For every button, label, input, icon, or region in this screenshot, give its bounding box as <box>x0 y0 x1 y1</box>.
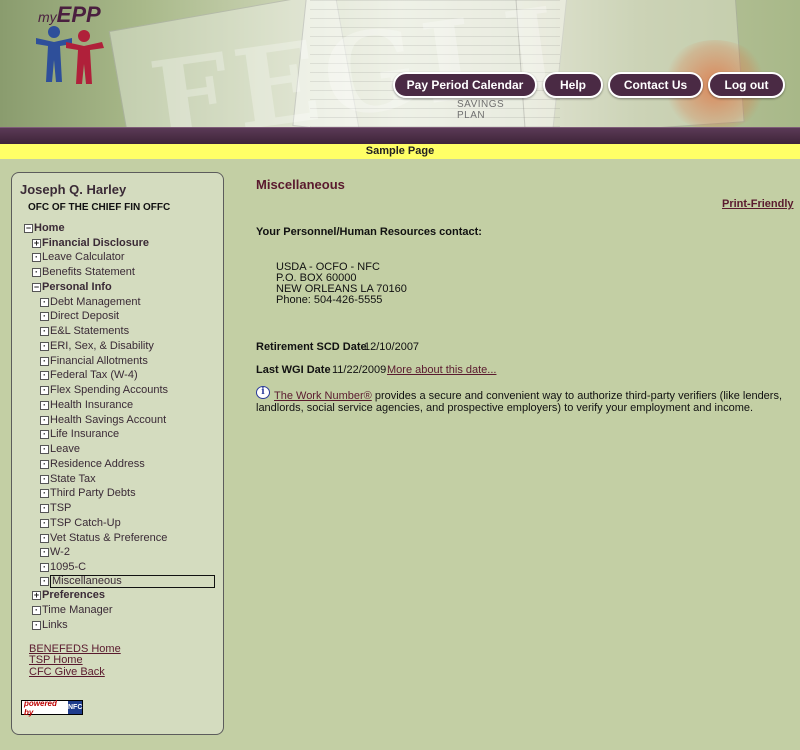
tree-item-personal-sub[interactable]: · Federal Tax (W-4) <box>40 368 138 382</box>
header-banner: FEGLI SAVINGS PLAN myEPP Pay Period Cale… <box>0 0 800 127</box>
leaf-icon: · <box>40 356 49 366</box>
tree-item-personal-sub[interactable]: · Financial Allotments <box>40 354 148 368</box>
header-divider-bar <box>0 127 800 144</box>
nfc-logo-icon: NFC <box>68 701 82 714</box>
leaf-icon: · <box>32 252 41 262</box>
tree-item-links[interactable]: · Links <box>32 618 68 632</box>
tree-item-personal-sub[interactable]: · Life Insurance <box>40 427 119 441</box>
leaf-icon: · <box>40 415 49 425</box>
leaf-icon: · <box>40 311 49 321</box>
hr-contact-label: Your Personnel/Human Resources contact: <box>256 226 482 238</box>
page-title: Miscellaneous <box>256 177 345 192</box>
log-out-button[interactable]: Log out <box>708 72 785 98</box>
leaf-icon: · <box>40 576 49 586</box>
tree-item-personal-info[interactable]: − Personal Info <box>32 280 112 294</box>
user-organization: OFC OF THE CHIEF FIN OFFC <box>28 202 171 213</box>
leaf-icon: · <box>40 297 49 307</box>
tree-item-personal-sub[interactable]: · TSP Catch-Up <box>40 516 121 530</box>
tree-item-personal-sub[interactable]: · TSP <box>40 501 71 515</box>
myepp-logo-text: myEPP <box>38 2 101 27</box>
tree-item-personal-sub[interactable]: · Direct Deposit <box>40 309 119 323</box>
work-number-link[interactable]: The Work Number® <box>274 390 372 402</box>
tree-item-personal-sub[interactable]: · Leave <box>40 442 80 456</box>
print-friendly-link[interactable]: Print-Friendly <box>722 198 794 210</box>
leaf-icon: · <box>40 518 49 528</box>
collapse-icon[interactable]: − <box>32 282 41 292</box>
tree-item-personal-sub[interactable]: · State Tax <box>40 472 96 486</box>
tree-item-benefits-statement[interactable]: · Benefits Statement <box>32 265 135 279</box>
tree-item-leave-calculator[interactable]: · Leave Calculator <box>32 250 125 264</box>
leaf-icon: · <box>40 474 49 484</box>
tree-item-financial-disclosure[interactable]: + Financial Disclosure <box>32 236 149 250</box>
tree-item-personal-sub[interactable]: · ERI, Sex, & Disability <box>40 339 154 353</box>
leaf-icon: · <box>40 326 49 336</box>
contact-us-button[interactable]: Contact Us <box>608 72 703 98</box>
leaf-icon: · <box>40 341 49 351</box>
sidebar-panel: Joseph Q. Harley OFC OF THE CHIEF FIN OF… <box>11 172 224 735</box>
leaf-icon: · <box>32 620 41 630</box>
tree-item-home[interactable]: − Home <box>24 221 65 235</box>
leaf-icon: · <box>40 370 49 380</box>
leaf-icon: · <box>32 267 41 277</box>
user-name: Joseph Q. Harley <box>20 182 127 197</box>
leaf-icon: · <box>40 533 49 543</box>
leaf-icon: · <box>32 605 41 615</box>
header-savings-plan-text: SAVINGS PLAN <box>457 99 505 121</box>
leaf-icon: · <box>40 400 49 410</box>
sample-page-banner: Sample Page <box>0 144 800 159</box>
tree-item-personal-sub[interactable]: · Health Insurance <box>40 398 133 412</box>
cfc-give-back-link[interactable]: CFC Give Back <box>29 666 105 678</box>
leaf-icon: · <box>40 503 49 513</box>
tree-item-personal-sub[interactable]: · Debt Management <box>40 295 141 309</box>
collapse-icon[interactable]: − <box>24 223 33 233</box>
tree-item-personal-sub[interactable]: · Flex Spending Accounts <box>40 383 168 397</box>
help-button[interactable]: Help <box>543 72 603 98</box>
tree-item-time-manager[interactable]: · Time Manager <box>32 603 113 617</box>
tree-item-personal-sub[interactable]: · Third Party Debts <box>40 486 136 500</box>
last-wgi-value: 11/22/2009 <box>332 364 387 376</box>
tree-item-miscellaneous-selected[interactable]: · Miscellaneous <box>40 574 215 588</box>
more-about-date-link[interactable]: More about this date... <box>387 364 496 376</box>
tree-item-personal-sub[interactable]: · W-2 <box>40 545 70 559</box>
retirement-scd-label: Retirement SCD Date <box>256 341 367 353</box>
expand-icon[interactable]: + <box>32 590 41 600</box>
retirement-scd-value: 12/10/2007 <box>364 341 420 353</box>
tree-item-personal-sub[interactable]: · 1095-C <box>40 560 86 574</box>
leaf-icon: · <box>40 444 49 454</box>
leaf-icon: · <box>40 385 49 395</box>
work-number-paragraph: The Work Number® provides a secure and c… <box>256 390 783 414</box>
tree-item-personal-sub[interactable]: · E&L Statements <box>40 324 129 338</box>
tree-item-personal-sub[interactable]: · Residence Address <box>40 457 145 471</box>
leaf-icon: · <box>40 459 49 469</box>
last-wgi-label: Last WGI Date <box>256 364 331 376</box>
leaf-icon: · <box>40 429 49 439</box>
expand-icon[interactable]: + <box>32 238 41 248</box>
tree-item-personal-sub[interactable]: · Vet Status & Preference <box>40 531 167 545</box>
tsp-home-link[interactable]: TSP Home <box>29 654 83 666</box>
pay-period-calendar-button[interactable]: Pay Period Calendar <box>393 72 537 98</box>
tree-item-personal-sub[interactable]: · Health Savings Account <box>40 413 166 427</box>
leaf-icon: · <box>40 562 49 572</box>
leaf-icon: · <box>40 547 49 557</box>
leaf-icon: · <box>40 488 49 498</box>
tree-item-preferences[interactable]: + Preferences <box>32 588 105 602</box>
phone-line: Phone: 504-426-5555 <box>276 294 383 306</box>
powered-by-nfc-badge[interactable]: powered by NFC <box>21 699 83 717</box>
